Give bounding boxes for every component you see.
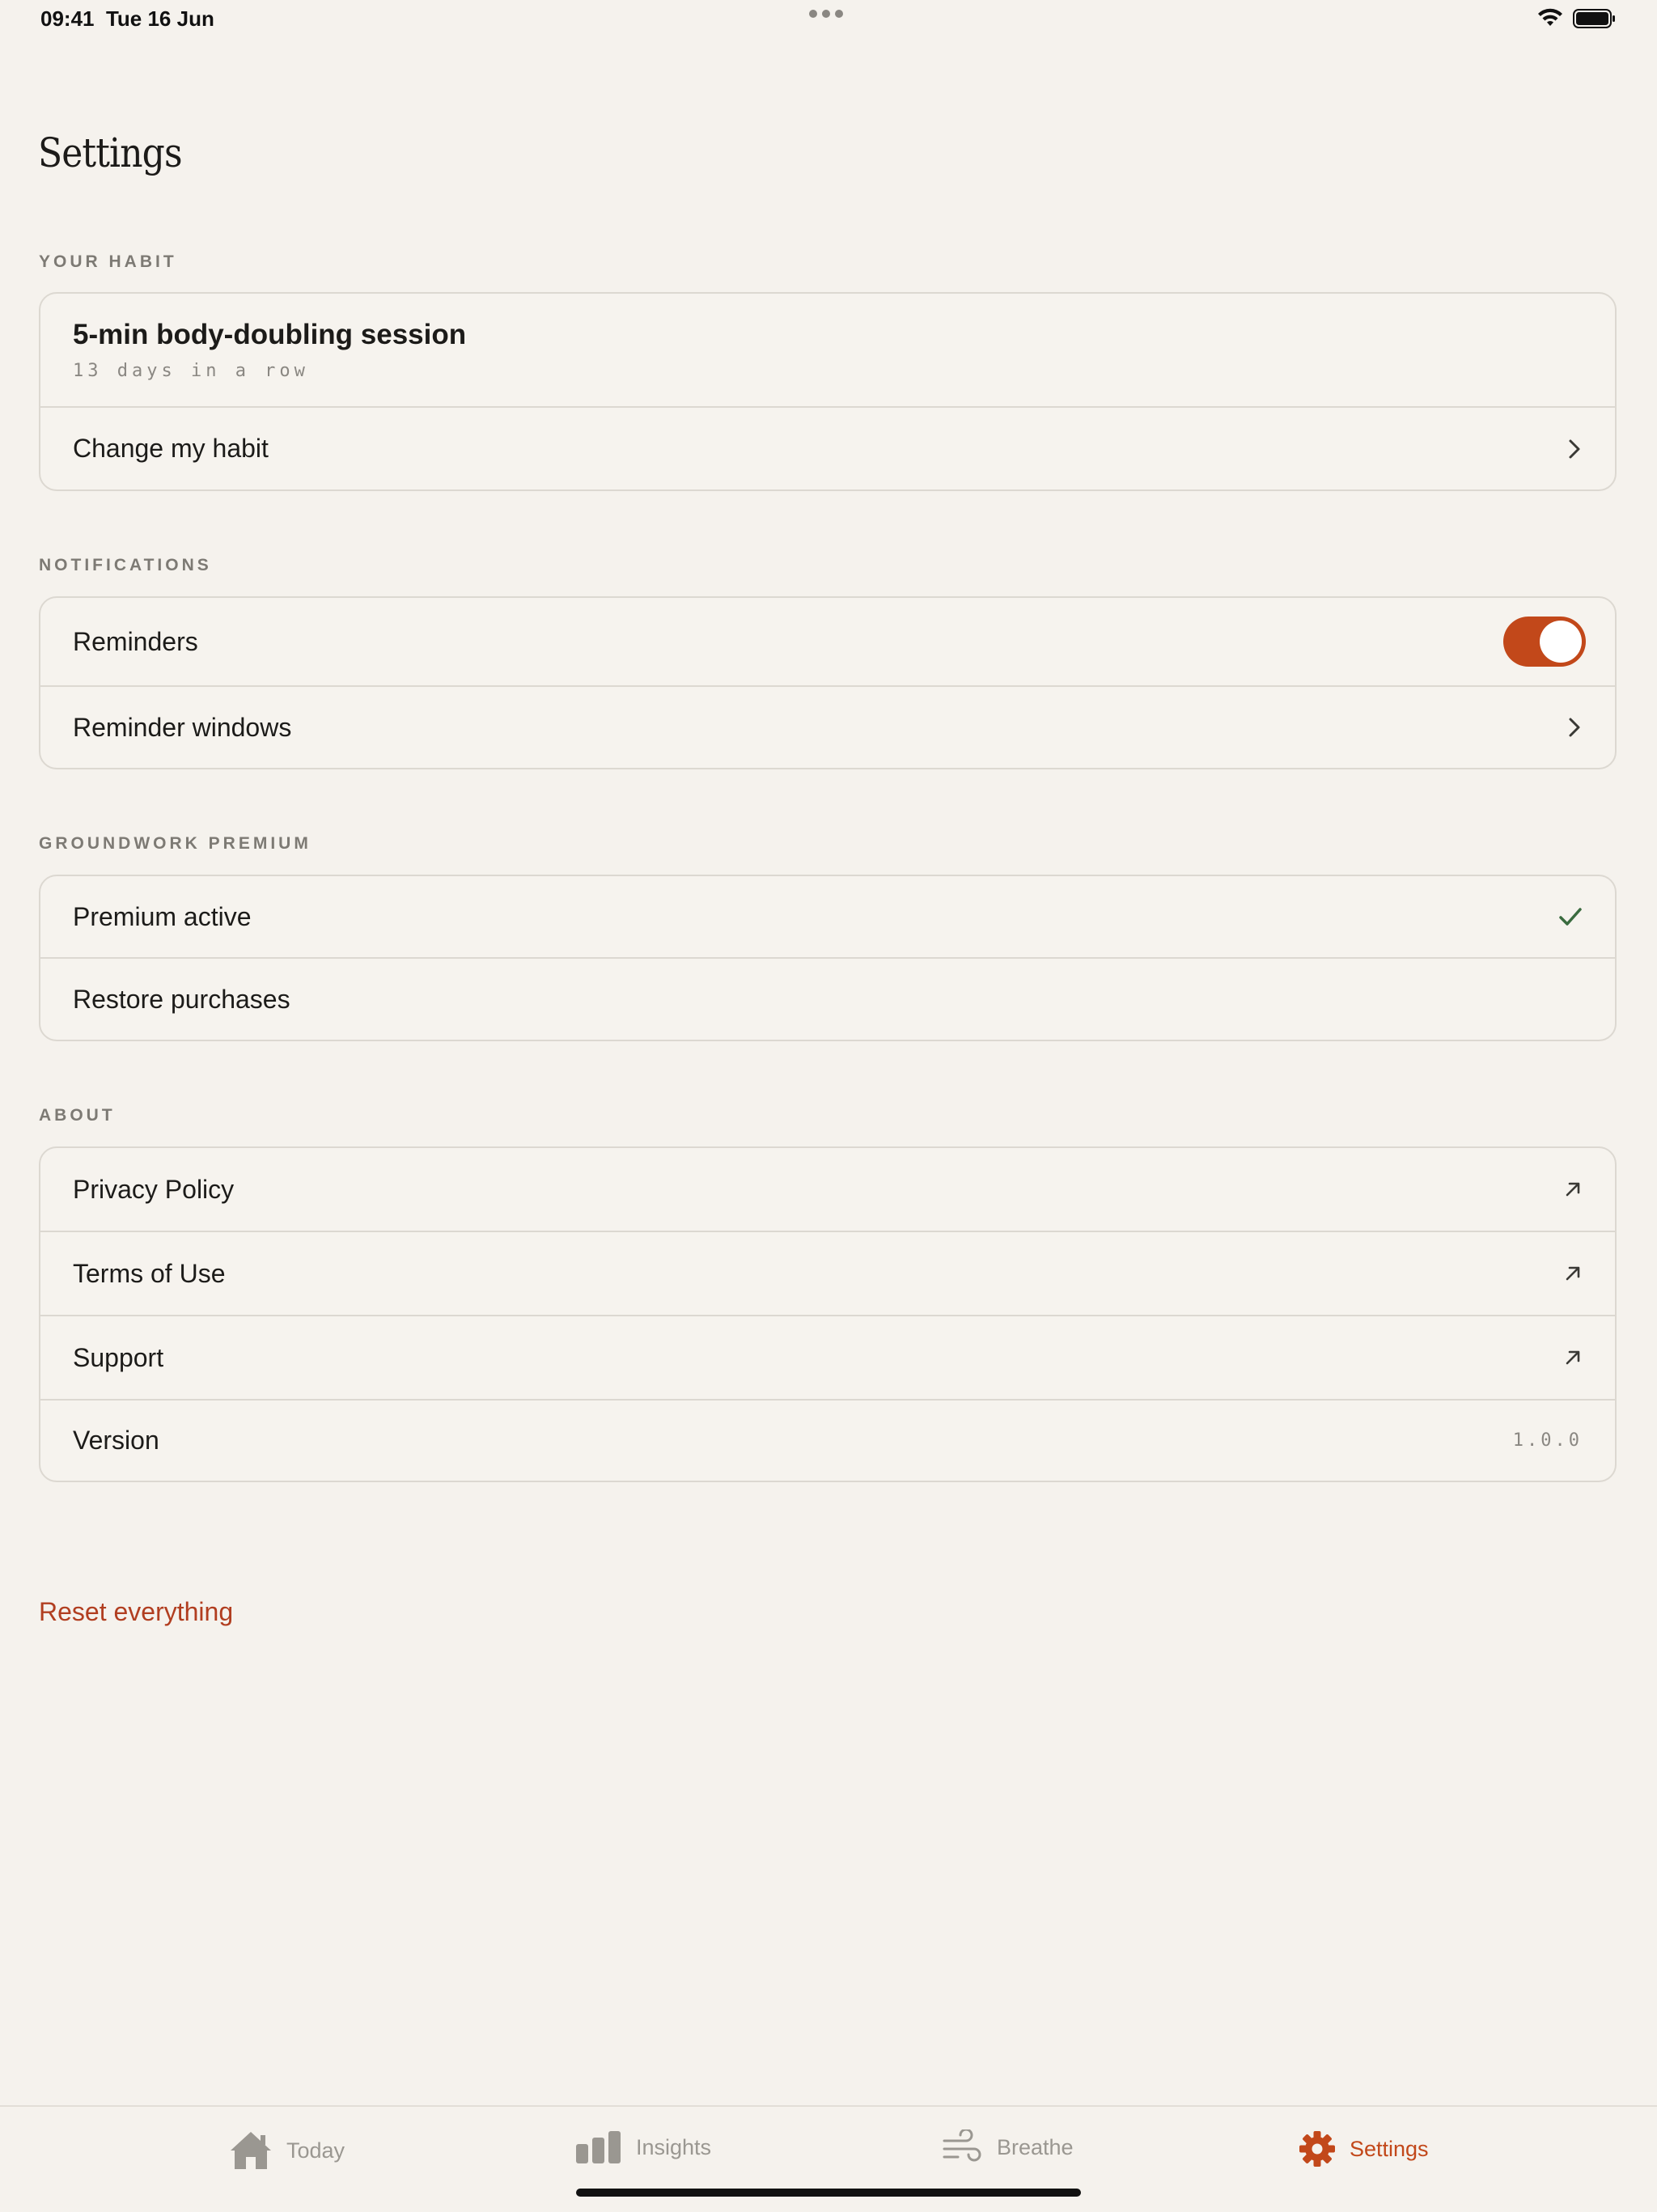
reminders-label: Reminders xyxy=(73,626,198,656)
page-title: Settings xyxy=(38,129,183,176)
tab-label: Breathe xyxy=(997,2134,1074,2159)
tab-today[interactable]: Today xyxy=(228,2129,345,2172)
reminder-windows-row[interactable]: Reminder windows xyxy=(40,687,1615,768)
external-link-arrow-icon xyxy=(1566,1266,1580,1281)
wifi-icon xyxy=(1538,8,1562,26)
restore-purchases-label: Restore purchases xyxy=(73,984,290,1014)
support-row[interactable]: Support xyxy=(40,1316,1615,1401)
reset-everything-button[interactable]: Reset everything xyxy=(39,1597,233,1627)
wind-icon xyxy=(943,2129,981,2162)
reminders-row: Reminders xyxy=(40,598,1615,687)
bar-chart-icon xyxy=(576,2131,621,2163)
privacy-policy-row[interactable]: Privacy Policy xyxy=(40,1148,1615,1232)
habit-streak: 13 days in a row xyxy=(73,361,309,381)
tab-label: Insights xyxy=(636,2134,712,2159)
house-icon xyxy=(231,2132,271,2169)
support-label: Support xyxy=(73,1342,164,1372)
status-clock: 09:41 xyxy=(40,6,95,31)
toggle-knob xyxy=(1540,621,1582,663)
section-label-notifications: NOTIFICATIONS xyxy=(39,556,212,574)
battery-icon xyxy=(1573,9,1615,28)
gear-icon xyxy=(1299,2131,1335,2167)
premium-active-label: Premium active xyxy=(73,901,252,931)
habit-title: 5-min body-doubling session xyxy=(73,319,467,350)
current-habit-row: 5-min body-doubling session 13 days in a… xyxy=(40,294,1615,408)
status-time: 09:41 Tue 16 Jun xyxy=(40,6,214,32)
about-card: Privacy Policy Terms of Use Support Vers… xyxy=(39,1146,1617,1482)
section-label-premium: GROUNDWORK PREMIUM xyxy=(39,834,311,853)
checkmark-icon xyxy=(1559,908,1582,926)
status-bar: 09:41 Tue 16 Jun xyxy=(0,0,1657,39)
notifications-card: Reminders Reminder windows xyxy=(39,596,1617,769)
version-label: Version xyxy=(73,1426,159,1455)
status-date: Tue 16 Jun xyxy=(105,6,214,31)
restore-purchases-row[interactable]: Restore purchases xyxy=(40,959,1615,1040)
tab-settings[interactable]: Settings xyxy=(1298,2129,1429,2168)
tab-breathe[interactable]: Breathe xyxy=(942,2129,1074,2165)
terms-of-use-row[interactable]: Terms of Use xyxy=(40,1232,1615,1316)
reminders-toggle[interactable] xyxy=(1503,617,1586,667)
tab-label: Today xyxy=(286,2138,345,2163)
tab-label: Settings xyxy=(1350,2136,1429,2161)
premium-active-row: Premium active xyxy=(40,876,1615,959)
change-habit-label: Change my habit xyxy=(73,434,269,463)
external-link-arrow-icon xyxy=(1566,1350,1580,1365)
privacy-policy-label: Privacy Policy xyxy=(73,1174,235,1204)
multitasking-dots-icon[interactable] xyxy=(809,10,843,18)
chevron-right-icon xyxy=(1569,439,1580,458)
terms-of-use-label: Terms of Use xyxy=(73,1258,226,1288)
premium-card: Premium active Restore purchases xyxy=(39,875,1617,1041)
home-indicator[interactable] xyxy=(576,2189,1081,2197)
reminder-windows-label: Reminder windows xyxy=(73,712,292,742)
version-row: Version 1.0.0 xyxy=(40,1401,1615,1481)
tab-insights[interactable]: Insights xyxy=(574,2129,711,2165)
chevron-right-icon xyxy=(1569,718,1580,737)
habit-card: 5-min body-doubling session 13 days in a… xyxy=(39,292,1617,491)
section-label-about: ABOUT xyxy=(39,1106,116,1125)
external-link-arrow-icon xyxy=(1566,1182,1580,1197)
change-habit-row[interactable]: Change my habit xyxy=(40,408,1615,489)
section-label-your-habit: YOUR HABIT xyxy=(39,252,177,271)
version-value: 1.0.0 xyxy=(1512,1430,1583,1451)
